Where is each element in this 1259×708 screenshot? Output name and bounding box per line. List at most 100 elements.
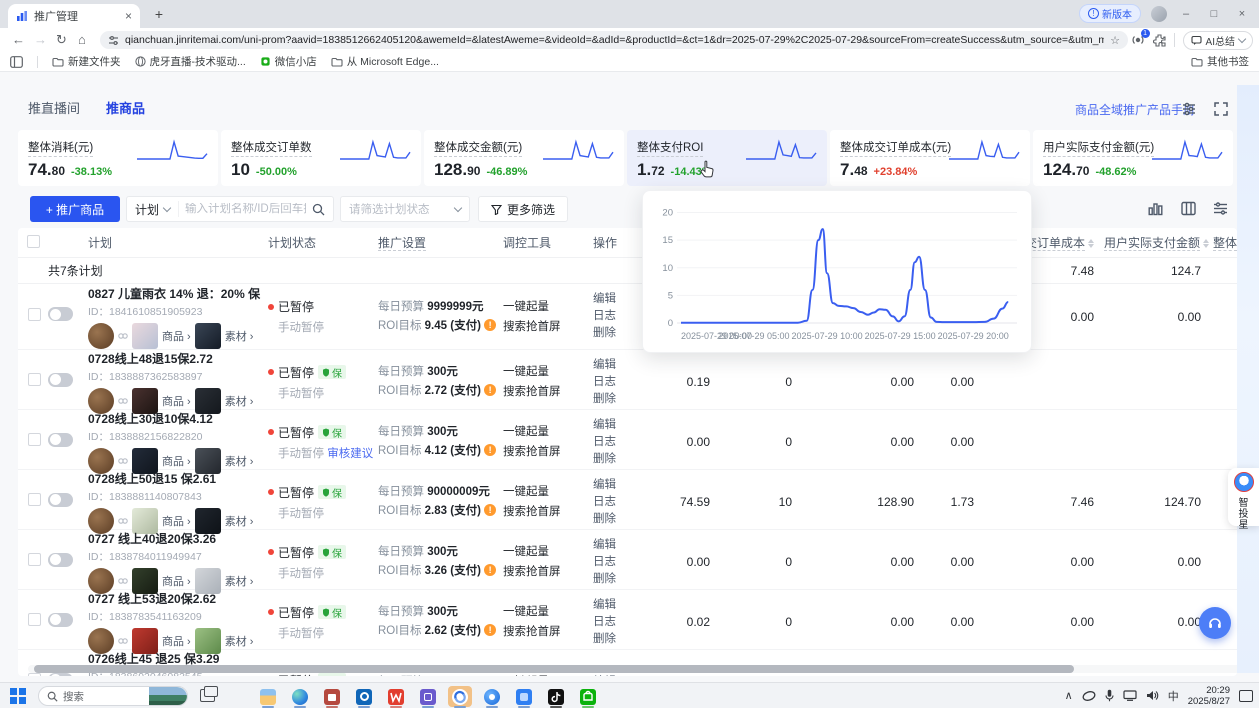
tab-close-icon[interactable]: ×: [125, 9, 132, 23]
action-link[interactable]: 编辑: [593, 417, 648, 434]
material-link[interactable]: 素材 ›: [225, 453, 254, 469]
row-checkbox[interactable]: [28, 493, 41, 506]
taskbar-app-file-explorer[interactable]: [256, 686, 280, 707]
taskbar-app-wechat-store[interactable]: [576, 686, 600, 707]
row-checkbox[interactable]: [28, 373, 41, 386]
home-button[interactable]: ⌂: [78, 32, 86, 47]
product-thumbnail[interactable]: [132, 323, 158, 349]
row-actions[interactable]: 编辑日志删除: [593, 357, 648, 408]
row-enable-toggle[interactable]: [48, 673, 73, 677]
search-input[interactable]: [179, 203, 312, 215]
extension-antenna-icon[interactable]: 1: [1131, 33, 1145, 47]
stat-card-order-cost[interactable]: 整体成交订单成本(元)7.48+23.84%: [830, 130, 1030, 186]
taskbar-app-outlook[interactable]: [352, 686, 376, 707]
control-tools[interactable]: 一键起量搜索抢首屏: [503, 602, 593, 642]
reload-button[interactable]: ↻: [56, 32, 67, 48]
taskbar-app-remote[interactable]: [416, 686, 440, 707]
plan-title[interactable]: 0727 线上40退20保3.26: [88, 530, 262, 547]
taskbar-app-store[interactable]: [320, 686, 344, 707]
browser-tab[interactable]: 推广管理 ×: [8, 4, 140, 28]
forward-button[interactable]: →: [34, 32, 47, 47]
plan-title[interactable]: 0728线上50退15 保2.61: [88, 470, 262, 487]
tab-live-room[interactable]: 推直播间: [28, 98, 80, 117]
action-link[interactable]: 日志: [593, 614, 648, 631]
more-filter-button[interactable]: 更多筛选: [478, 196, 568, 222]
tool-link[interactable]: 一键起量: [503, 422, 593, 442]
side-panel-icon[interactable]: [10, 56, 23, 68]
action-link[interactable]: 日志: [593, 374, 648, 391]
control-tools[interactable]: 一键起量搜索抢首屏: [503, 422, 593, 462]
sort-icon[interactable]: [1088, 239, 1094, 248]
roi-warning-icon[interactable]: !: [484, 444, 496, 456]
volume-icon[interactable]: [1146, 690, 1159, 701]
action-link[interactable]: 删除: [593, 451, 648, 468]
taskbar-app-douyin[interactable]: [544, 686, 568, 707]
tray-expand-icon[interactable]: ∧: [1065, 689, 1073, 702]
action-link[interactable]: 删除: [593, 571, 648, 588]
material-link[interactable]: 素材 ›: [225, 633, 254, 649]
action-link[interactable]: 编辑: [593, 477, 648, 494]
new-tab-button[interactable]: +: [150, 6, 168, 24]
stat-card-gmv[interactable]: 整体成交金额(元)128.90-46.89%: [424, 130, 624, 186]
tool-link[interactable]: 搜索抢首屏: [503, 502, 593, 522]
action-link[interactable]: 删除: [593, 325, 648, 342]
fullscreen-icon[interactable]: [1212, 100, 1230, 118]
action-link[interactable]: 删除: [593, 391, 648, 408]
tool-link[interactable]: 一键起量: [503, 362, 593, 382]
row-enable-toggle[interactable]: [48, 613, 73, 627]
tool-link[interactable]: 一键起量: [503, 297, 593, 317]
tool-link[interactable]: 一键起量: [503, 542, 593, 562]
plan-title[interactable]: 0728线上30退10保4.12: [88, 410, 262, 427]
network-display-icon[interactable]: [1123, 690, 1137, 701]
control-tools[interactable]: 一键起量搜索抢首屏: [503, 542, 593, 582]
tool-link[interactable]: 搜索抢首屏: [503, 562, 593, 582]
row-actions[interactable]: 编辑日志删除: [593, 417, 648, 468]
start-button[interactable]: [10, 688, 26, 704]
plan-title[interactable]: 0727 线上53退20保2.62: [88, 590, 262, 607]
back-button[interactable]: ←: [12, 32, 25, 47]
taskbar-app-pc-manager[interactable]: [480, 686, 504, 707]
row-enable-toggle[interactable]: [48, 373, 73, 387]
plan-status-select[interactable]: 请筛选计划状态: [340, 196, 470, 222]
action-link[interactable]: 编辑: [593, 537, 648, 554]
product-manual-link[interactable]: 商品全域推广产品手册: [1075, 101, 1195, 118]
plan-type-select[interactable]: 计划: [127, 201, 179, 217]
roi-warning-icon[interactable]: !: [484, 319, 496, 331]
search-highlight-image[interactable]: [149, 687, 187, 706]
bookmark-item[interactable]: 从 Microsoft Edge...: [331, 54, 439, 69]
bookmark-item[interactable]: 新建文件夹: [52, 54, 121, 69]
stat-card-orders[interactable]: 整体成交订单数10-50.00%: [221, 130, 421, 186]
new-version-button[interactable]: !新版本: [1079, 4, 1141, 23]
task-view-button[interactable]: [200, 689, 215, 702]
bookmark-star-icon[interactable]: ☆: [1110, 34, 1120, 47]
tool-link[interactable]: 搜索抢首屏: [503, 382, 593, 402]
window-close-button[interactable]: ×: [1233, 8, 1251, 20]
action-link[interactable]: 日志: [593, 554, 648, 571]
material-thumbnail[interactable]: [195, 323, 221, 349]
window-maximize-button[interactable]: □: [1205, 8, 1223, 20]
product-link[interactable]: 商品 ›: [162, 453, 191, 469]
display-settings-icon[interactable]: [1180, 100, 1198, 118]
notification-icon[interactable]: [1239, 690, 1253, 702]
tool-link[interactable]: 搜索抢首屏: [503, 622, 593, 642]
search-icon[interactable]: [312, 203, 325, 216]
row-enable-toggle[interactable]: [48, 307, 73, 321]
assistant-widget[interactable]: 智投星: [1228, 468, 1259, 526]
product-link[interactable]: 商品 ›: [162, 513, 191, 529]
product-link[interactable]: 商品 ›: [162, 633, 191, 649]
sort-icon[interactable]: [1203, 239, 1209, 248]
row-checkbox[interactable]: [28, 553, 41, 566]
scrollbar-thumb[interactable]: [34, 665, 1074, 673]
row-enable-toggle[interactable]: [48, 553, 73, 567]
material-link[interactable]: 素材 ›: [225, 393, 254, 409]
other-bookmarks[interactable]: 其他书签: [1191, 54, 1249, 69]
material-link[interactable]: 素材 ›: [225, 573, 254, 589]
row-actions[interactable]: 编辑日志删除: [593, 597, 648, 648]
taskbar-app-wps[interactable]: [384, 686, 408, 707]
tool-link[interactable]: 一键起量: [503, 602, 593, 622]
action-link[interactable]: 删除: [593, 511, 648, 528]
taskbar-search[interactable]: 搜索: [38, 686, 188, 706]
tool-link[interactable]: 搜索抢首屏: [503, 317, 593, 337]
stat-card-consume[interactable]: 整体消耗(元)74.80-38.13%: [18, 130, 218, 186]
roi-warning-icon[interactable]: !: [484, 624, 496, 636]
